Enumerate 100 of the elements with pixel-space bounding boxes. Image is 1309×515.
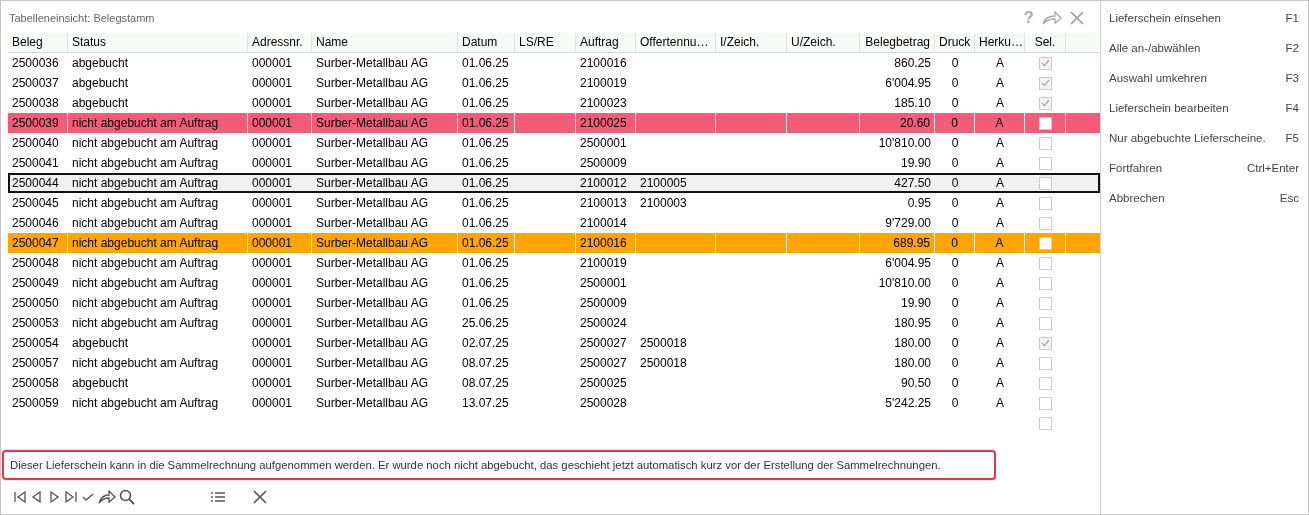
- table-row[interactable]: 2500036 abgebucht 000001 Surber-Metallbau AG 01.06.25 2100016 860.25 0 A: [8, 53, 1100, 73]
- checkbox[interactable]: [1039, 156, 1052, 170]
- table-cell-text: A: [996, 155, 1004, 172]
- checkbox[interactable]: [1039, 356, 1052, 370]
- menu-item[interactable]: Auswahl umkehren F3: [1109, 69, 1299, 99]
- previous-record-icon[interactable]: [30, 490, 44, 504]
- table-cell-text: 0: [951, 375, 959, 392]
- checkbox[interactable]: [1039, 376, 1052, 390]
- table-cell-text: Surber-Metallbau AG: [316, 355, 429, 372]
- table-cell-text: A: [995, 235, 1004, 252]
- column-header[interactable]: Name: [312, 33, 458, 52]
- column-header[interactable]: Datum: [458, 33, 515, 52]
- menu-item[interactable]: Alle an-/abwählen F2: [1109, 39, 1299, 69]
- table-row[interactable]: 2500058 abgebucht 000001 Surber-Metallbau AG 08.07.25 2500025 90.50 0 A: [8, 373, 1100, 393]
- table-row[interactable]: 2500041 nicht abgebucht am Auftrag 000001 Surber-Metallbau AG 01.06.25 2500009 19.90 0 A: [8, 153, 1100, 173]
- table-cell-text: Surber-Metallbau AG: [316, 195, 429, 212]
- checkbox[interactable]: [1038, 116, 1052, 130]
- table-cell-text: 000001: [252, 315, 293, 332]
- column-header[interactable]: Druck: [935, 33, 975, 52]
- table-cell-text: A: [996, 395, 1004, 412]
- close-icon[interactable]: [253, 490, 267, 504]
- checkbox[interactable]: [1039, 176, 1052, 190]
- menu-item[interactable]: Fortfahren Ctrl+Enter: [1109, 159, 1299, 189]
- menu-item[interactable]: Lieferschein einsehen F1: [1109, 9, 1299, 39]
- table-cell-text: 0: [951, 135, 959, 152]
- table-cell-text: 0: [951, 315, 959, 332]
- checkbox[interactable]: [1039, 316, 1052, 330]
- column-header[interactable]: Status: [68, 33, 248, 52]
- last-record-icon[interactable]: [64, 490, 78, 504]
- table-row[interactable]: 2500049 nicht abgebucht am Auftrag 000001 Surber-Metallbau AG 01.06.25 2500001 10'810.00 0 A: [8, 273, 1100, 293]
- message-text: Dieser Lieferschein kann in die Sammelrechnung aufgenommen werden. Er wurde noch nicht abgebucht, das geschieht jetzt automatisch kurz vor der Erstellung der Sammelrechnungen.: [10, 459, 941, 471]
- first-record-icon[interactable]: [13, 490, 27, 504]
- table-cell-text: nicht abgebucht am Auftrag: [72, 215, 219, 232]
- table-row[interactable]: 2500044 nicht abgebucht am Auftrag 000001 Surber-Metallbau AG 01.06.25 2100012 2100005 427.50 0 A: [8, 173, 1100, 193]
- table-row[interactable]: 2500040 nicht abgebucht am Auftrag 000001 Surber-Metallbau AG 01.06.25 2500001 10'810.00 0 A: [8, 133, 1100, 153]
- table-cell-text: Surber-Metallbau AG: [316, 55, 429, 72]
- checkbox[interactable]: [1039, 296, 1052, 310]
- column-header[interactable]: Herku…: [975, 33, 1025, 52]
- checkbox[interactable]: [1039, 96, 1052, 110]
- checkbox[interactable]: [1039, 136, 1052, 150]
- table-cell-text: 000001: [252, 275, 293, 292]
- table-cell-text: 02.07.25: [462, 335, 509, 352]
- checkbox[interactable]: [1039, 196, 1052, 210]
- table-row[interactable]: 2500046 nicht abgebucht am Auftrag 000001 Surber-Metallbau AG 01.06.25 2100014 9'729.00 0 A: [8, 213, 1100, 233]
- checkbox[interactable]: [1039, 396, 1052, 410]
- table-cell-text: Surber-Metallbau AG: [316, 315, 429, 332]
- checkbox[interactable]: [1039, 256, 1052, 270]
- menu-item[interactable]: Lieferschein bearbeiten F4: [1109, 99, 1299, 129]
- table-cell-text: 2500001: [580, 275, 627, 292]
- table-cell-text: 000001: [252, 215, 293, 232]
- table-cell-text: 185.10: [894, 95, 931, 112]
- list-icon[interactable]: [211, 491, 225, 503]
- forward-arrow-icon[interactable]: [98, 490, 116, 504]
- table-cell-text: 2500057: [12, 355, 59, 372]
- column-header[interactable]: Sel.: [1025, 33, 1066, 52]
- checkbox[interactable]: [1039, 336, 1052, 350]
- column-header[interactable]: Offertennu…: [636, 33, 716, 52]
- table-cell-text: 01.06.25: [462, 275, 509, 292]
- table-cell-text: nicht abgebucht am Auftrag: [72, 115, 219, 132]
- checkbox[interactable]: [1039, 416, 1052, 430]
- menu-item[interactable]: Nur abgebuchte Lieferscheine. F5: [1109, 129, 1299, 159]
- table-cell-text: 2100023: [580, 95, 627, 112]
- table-row[interactable]: 2500050 nicht abgebucht am Auftrag 000001 Surber-Metallbau AG 01.06.25 2500009 19.90 0 A: [8, 293, 1100, 313]
- table-cell-text: 2500040: [12, 135, 59, 152]
- table-cell-text: 2500024: [580, 315, 627, 332]
- checkbox[interactable]: [1039, 276, 1052, 290]
- menu-item[interactable]: Abbrechen Esc: [1109, 189, 1299, 219]
- table-row[interactable]: 2500059 nicht abgebucht am Auftrag 000001 Surber-Metallbau AG 13.07.25 2500028 5'242.25 0 A: [8, 393, 1100, 413]
- table-cell-text: 2100014: [580, 215, 627, 232]
- table-cell-text: Surber-Metallbau AG: [316, 75, 429, 92]
- column-header[interactable]: LS/RE: [515, 33, 576, 52]
- checkbox[interactable]: [1039, 216, 1052, 230]
- table-cell-text: nicht abgebucht am Auftrag: [72, 175, 219, 192]
- table-cell-text: 000001: [252, 55, 293, 72]
- table-cell-text: 08.07.25: [462, 375, 509, 392]
- table-cell-text: 180.00: [894, 335, 931, 352]
- table-cell-text: 2500028: [580, 395, 627, 412]
- checkbox[interactable]: [1038, 236, 1052, 250]
- column-header[interactable]: Beleg: [8, 33, 68, 52]
- table-row[interactable]: 2500053 nicht abgebucht am Auftrag 000001 Surber-Metallbau AG 25.06.25 2500024 180.95 0 A: [8, 313, 1100, 333]
- table-row[interactable]: 2500037 abgebucht 000001 Surber-Metallbau AG 01.06.25 2100019 6'004.95 0 A: [8, 73, 1100, 93]
- column-header[interactable]: I/Zeich.: [716, 33, 787, 52]
- search-icon[interactable]: [119, 489, 135, 505]
- table-row[interactable]: 2500057 nicht abgebucht am Auftrag 000001 Surber-Metallbau AG 08.07.25 2500027 2500018 180.00 0 A: [8, 353, 1100, 373]
- table-row[interactable]: 2500039 nicht abgebucht am Auftrag 000001 Surber-Metallbau AG 01.06.25 2100025 20.60 0 A: [8, 113, 1100, 133]
- column-header[interactable]: Adressnr.: [248, 33, 312, 52]
- table-row[interactable]: 2500048 nicht abgebucht am Auftrag 000001 Surber-Metallbau AG 01.06.25 2100019 6'004.95 0 A: [8, 253, 1100, 273]
- column-header[interactable]: Auftrag: [576, 33, 636, 52]
- table-cell-text: 2100016: [580, 55, 627, 72]
- table-row[interactable]: 2500054 abgebucht 000001 Surber-Metallbau AG 02.07.25 2500027 2500018 180.00 0 A: [8, 333, 1100, 353]
- column-header[interactable]: Belegbetrag: [860, 33, 935, 52]
- table-row[interactable]: 2500047 nicht abgebucht am Auftrag 000001 Surber-Metallbau AG 01.06.25 2100016 689.95 0 A: [8, 233, 1100, 253]
- table-cell-text: 01.06.25: [462, 75, 509, 92]
- checkbox[interactable]: [1039, 76, 1052, 90]
- next-record-icon[interactable]: [47, 490, 61, 504]
- menu-item-label: Fortfahren: [1109, 161, 1163, 176]
- table-row[interactable]: 2500038 abgebucht 000001 Surber-Metallbau AG 01.06.25 2100023 185.10 0 A: [8, 93, 1100, 113]
- checkbox[interactable]: [1039, 56, 1052, 70]
- column-header[interactable]: U/Zeich.: [787, 33, 860, 52]
- table-row[interactable]: 2500045 nicht abgebucht am Auftrag 000001 Surber-Metallbau AG 01.06.25 2100013 2100003 0.95 0 A: [8, 193, 1100, 213]
